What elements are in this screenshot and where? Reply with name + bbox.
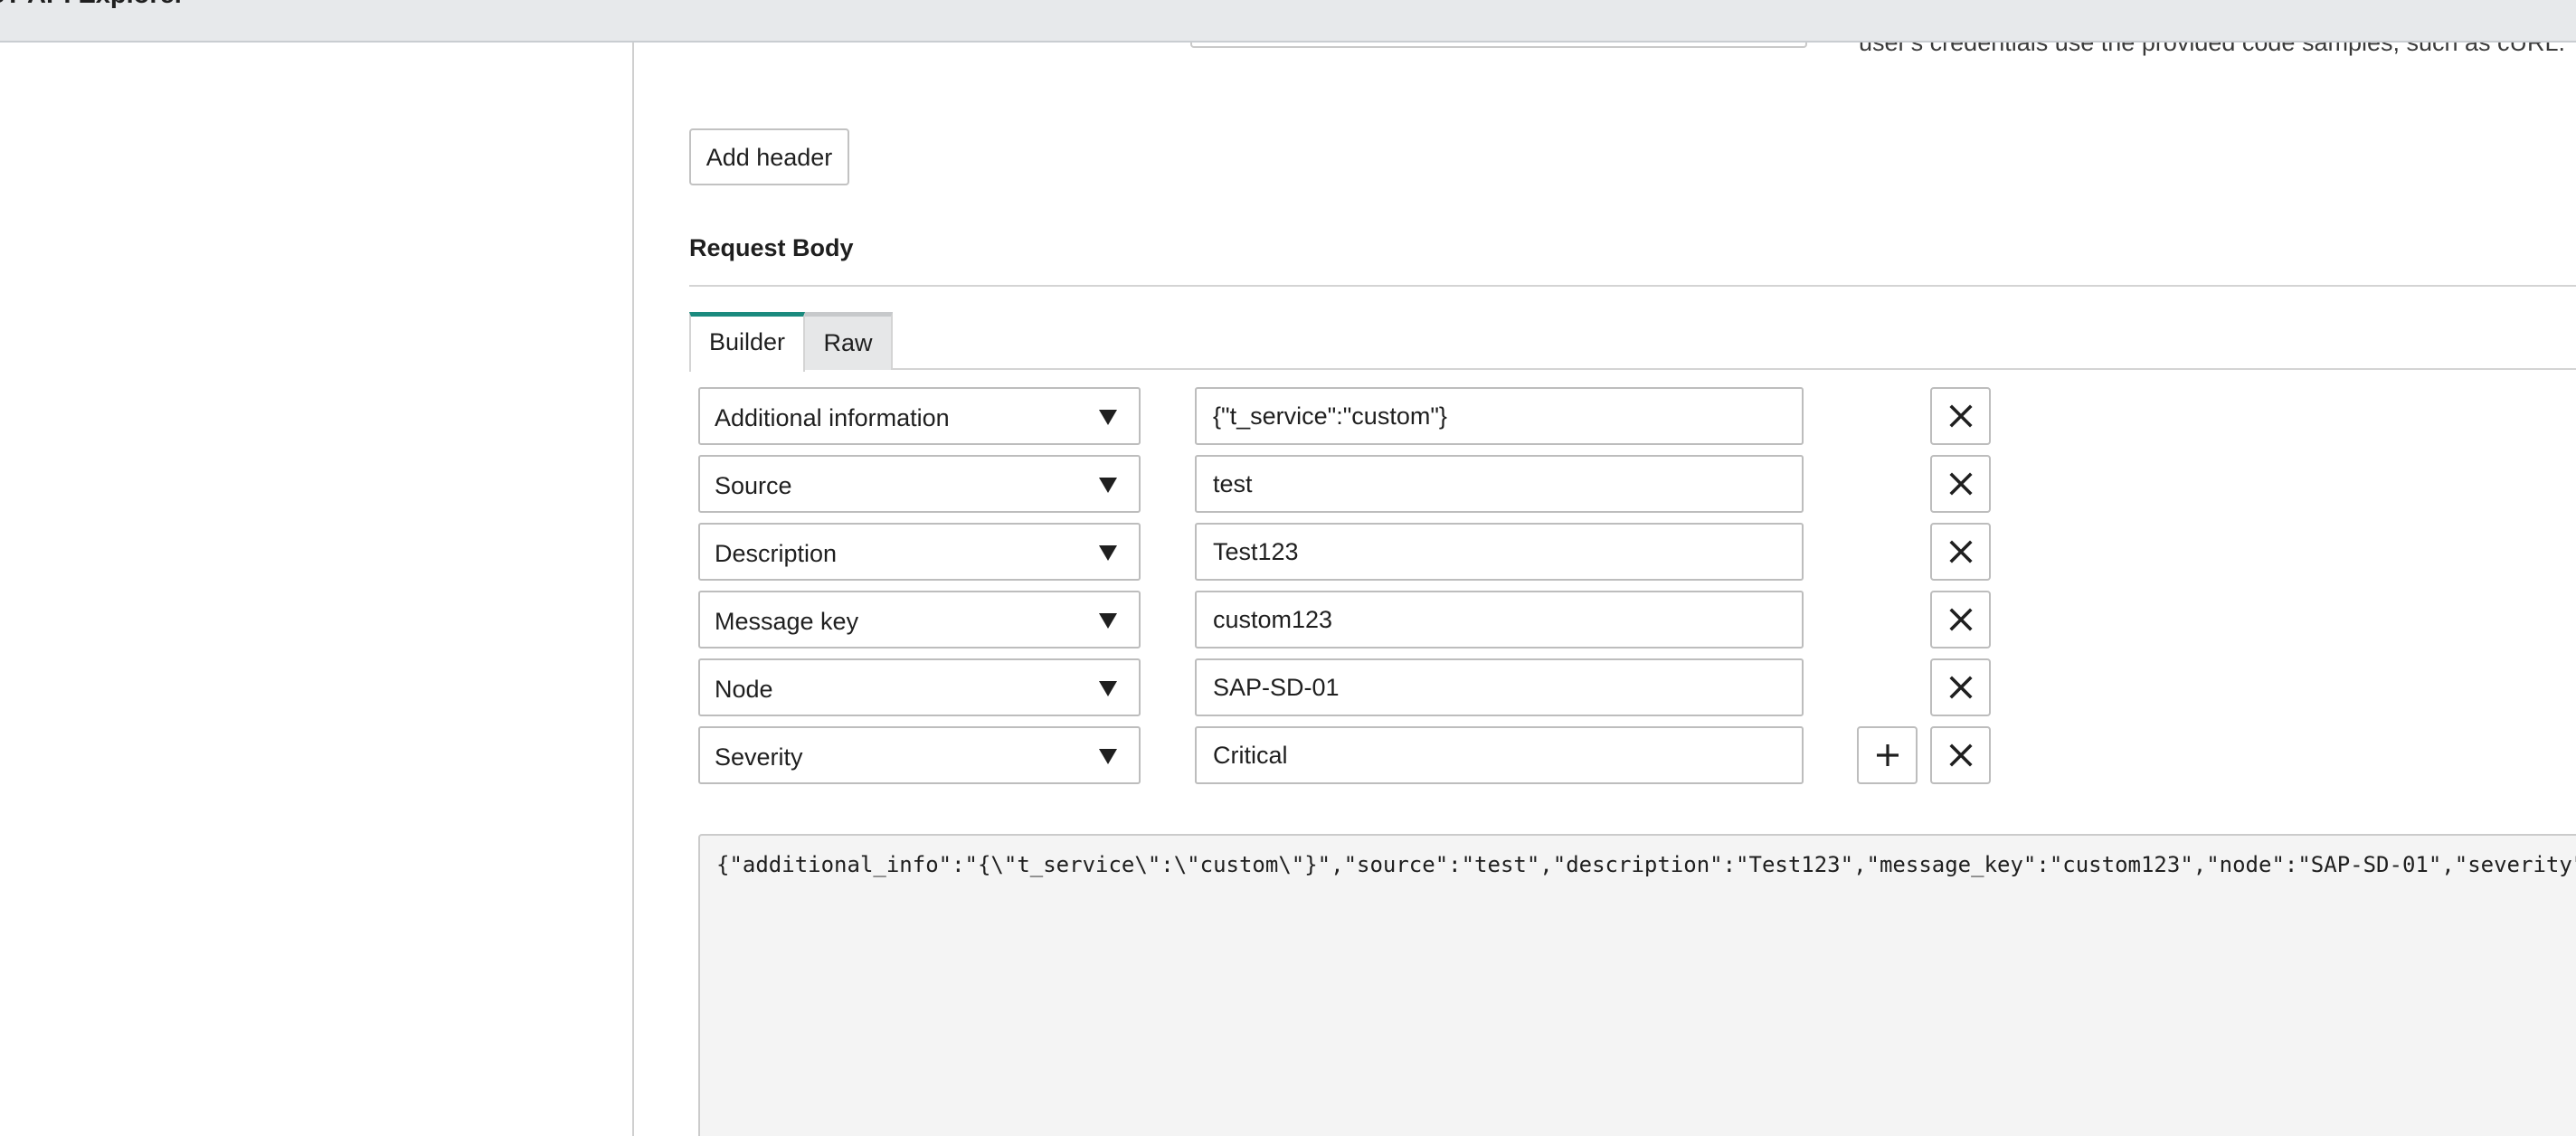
plus-icon [1876,744,1899,766]
body-field-row: Node [636,658,2576,716]
field-key-select[interactable]: Additional information [698,387,1141,445]
triangle-down-icon [1099,613,1117,629]
add-field-button[interactable] [1857,726,1918,784]
remove-field-button[interactable] [1930,726,1991,784]
field-key-select[interactable]: Node [698,658,1141,716]
close-x-icon [1948,540,1973,563]
close-x-icon [1948,404,1973,428]
triangle-down-icon [1099,410,1117,425]
triangle-down-icon [1099,681,1117,696]
remove-field-button[interactable] [1930,591,1991,648]
body-field-row: Description [636,523,2576,581]
raw-body-text: {"additional_info":"{\"t_service\":\"cus… [716,852,2576,877]
close-x-icon [1948,743,1973,767]
field-value-input[interactable] [1195,523,1804,581]
app-title: ST API Explorer [0,0,185,10]
remove-field-button[interactable] [1930,658,1991,716]
app-header: ST API Explorer [0,0,2576,43]
field-key-label: Source [715,472,792,499]
request-body-title: Request Body [689,234,854,261]
field-value-input[interactable] [1195,726,1804,784]
body-field-row: Severity [636,726,2576,784]
remove-field-button[interactable] [1930,523,1991,581]
section-divider [689,285,2576,287]
field-key-select[interactable]: Description [698,523,1141,581]
remove-field-button[interactable] [1930,387,1991,445]
tabs-divider [689,368,2576,370]
raw-body-preview[interactable]: {"additional_info":"{\"t_service\":\"cus… [698,834,2576,1136]
close-x-icon [1948,472,1973,496]
field-key-label: Additional information [715,404,950,431]
close-x-icon [1948,676,1973,699]
field-value-input[interactable] [1195,658,1804,716]
field-key-label: Message key [715,608,859,635]
header-value-input[interactable] [1190,43,1807,48]
field-key-select[interactable]: Source [698,455,1141,513]
body-field-row: Additional information [636,387,2576,445]
tab-builder[interactable]: Builder [689,312,805,372]
triangle-down-icon [1099,478,1117,493]
field-key-select[interactable]: Severity [698,726,1141,784]
field-key-label: Node [715,676,773,703]
triangle-down-icon [1099,749,1117,764]
field-value-input[interactable] [1195,591,1804,648]
main-panel: user's credentials use the provided code… [636,43,2576,1136]
remove-field-button[interactable] [1930,455,1991,513]
field-key-label: Severity [715,743,803,771]
tab-raw[interactable]: Raw [805,312,893,370]
triangle-down-icon [1099,545,1117,561]
add-header-button[interactable]: Add header [689,128,849,185]
field-value-input[interactable] [1195,387,1804,445]
field-value-input[interactable] [1195,455,1804,513]
close-x-icon [1948,608,1973,631]
sidebar [0,43,634,1136]
field-key-select[interactable]: Message key [698,591,1141,648]
header-help-text: user's credentials use the provided code… [1859,43,2566,56]
field-key-label: Description [715,540,838,567]
body-field-row: Message key [636,591,2576,648]
body-field-row: Source [636,455,2576,513]
